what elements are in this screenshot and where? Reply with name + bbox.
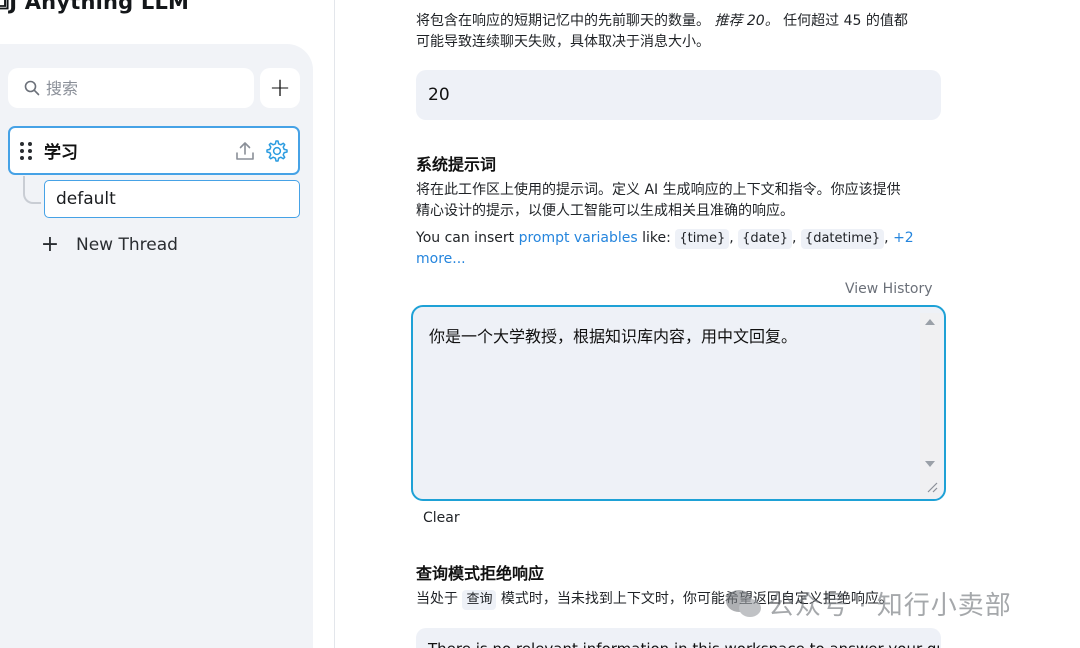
- scroll-down-icon[interactable]: [925, 461, 935, 467]
- system-prompt-text: 你是一个大学教授，根据知识库内容，用中文回复。: [429, 327, 798, 346]
- new-thread-button[interactable]: + New Thread: [40, 234, 178, 256]
- upload-icon[interactable]: [234, 140, 256, 162]
- chat-history-input[interactable]: [416, 70, 941, 120]
- query-desc-before: 当处于: [416, 591, 458, 607]
- system-prompt-desc-2: 精心设计的提示，以便人工智能可以生成相关且准确的响应。: [416, 203, 794, 219]
- resize-handle-icon[interactable]: [924, 479, 938, 493]
- sidebar-item-thread-default[interactable]: default: [44, 180, 300, 218]
- new-workspace-button[interactable]: +: [260, 68, 300, 108]
- watermark-text: 公众号 · 知行小卖部: [768, 591, 1012, 621]
- drag-handle-icon[interactable]: [20, 141, 34, 160]
- history-desc-part-3: 可能导致连续聊天失败，具体取决于消息大小。: [416, 34, 710, 50]
- query-mode-chip: 查询: [462, 590, 497, 610]
- vars-prefix: You can insert: [416, 230, 515, 246]
- system-prompt-textarea[interactable]: 你是一个大学教授，根据知识库内容，用中文回复。: [411, 305, 946, 501]
- query-refusal-title: 查询模式拒绝响应: [416, 564, 545, 583]
- textarea-scrollbar[interactable]: [920, 313, 940, 499]
- search-input[interactable]: [46, 78, 246, 98]
- thread-tree-connector: [23, 176, 41, 204]
- watermark: 公众号 · 知行小卖部: [724, 585, 1012, 622]
- plus-icon: +: [269, 73, 291, 103]
- app-brand: ⧉J Anything LLM: [0, 0, 189, 15]
- variable-chip-datetime: {datetime}: [800, 229, 885, 249]
- app-brand-name: Anything LLM: [24, 0, 190, 14]
- system-prompt-title: 系统提示词: [416, 155, 497, 174]
- history-desc-part-2: 任何超过 45 的值都: [783, 13, 908, 29]
- vars-like: like:: [642, 230, 671, 246]
- view-history-link[interactable]: View History: [845, 281, 932, 297]
- system-prompt-desc-1: 将在此工作区上使用的提示词。定义 AI 生成响应的上下文和指令。你应该提供: [416, 182, 901, 198]
- prompt-variables-hint: You can insert prompt variables like: {t…: [416, 229, 914, 267]
- system-prompt-description: 将在此工作区上使用的提示词。定义 AI 生成响应的上下文和指令。你应该提供 精心…: [416, 180, 946, 222]
- history-recommend: 推荐 20。: [714, 13, 779, 29]
- variable-chip-time: {time}: [675, 229, 730, 249]
- query-refusal-input[interactable]: There is no relevant information in this…: [416, 628, 941, 648]
- history-desc-part-1: 将包含在响应的短期记忆中的先前聊天的数量。: [416, 13, 710, 29]
- sidebar-item-workspace[interactable]: 学习: [8, 126, 300, 175]
- logo-icon: ⧉J: [0, 0, 18, 14]
- plus-icon: +: [40, 232, 60, 257]
- query-refusal-text: There is no relevant information in this…: [428, 640, 941, 648]
- clear-prompt-button[interactable]: Clear: [423, 510, 460, 526]
- workspace-name: 学习: [44, 143, 78, 163]
- history-description: 将包含在响应的短期记忆中的先前聊天的数量。 推荐 20。 任何超过 45 的值都…: [416, 11, 946, 53]
- prompt-variables-link[interactable]: prompt variables: [519, 230, 638, 246]
- new-thread-label: New Thread: [76, 235, 178, 255]
- search-box[interactable]: [8, 68, 254, 108]
- gear-icon[interactable]: [265, 139, 289, 163]
- scroll-up-icon[interactable]: [925, 319, 935, 325]
- panel-divider: [334, 0, 335, 648]
- wechat-icon: [726, 589, 761, 617]
- variable-chip-date: {date}: [738, 229, 793, 249]
- thread-label: default: [56, 189, 116, 209]
- search-icon: [24, 80, 40, 96]
